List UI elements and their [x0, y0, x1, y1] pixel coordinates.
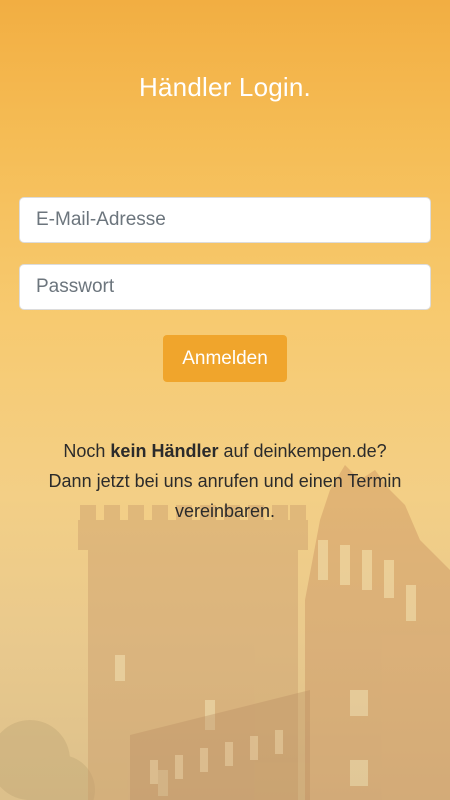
- page-title: Händler Login.: [139, 72, 311, 102]
- password-input[interactable]: [19, 264, 431, 310]
- email-input[interactable]: [19, 197, 431, 243]
- registration-notice: Noch kein Händler auf deinkempen.de? Dann…: [0, 436, 450, 526]
- notice-bold: kein Händler: [110, 441, 219, 461]
- login-button[interactable]: Anmelden: [163, 335, 287, 382]
- notice-prefix: Noch: [63, 441, 111, 461]
- notice-line2: Dann jetzt bei uns anrufen und einen Ter…: [48, 471, 402, 521]
- notice-middle: auf deinkempen.de?: [218, 441, 387, 461]
- login-page: Händler Login. Anmelden Noch kein Händle…: [0, 0, 450, 800]
